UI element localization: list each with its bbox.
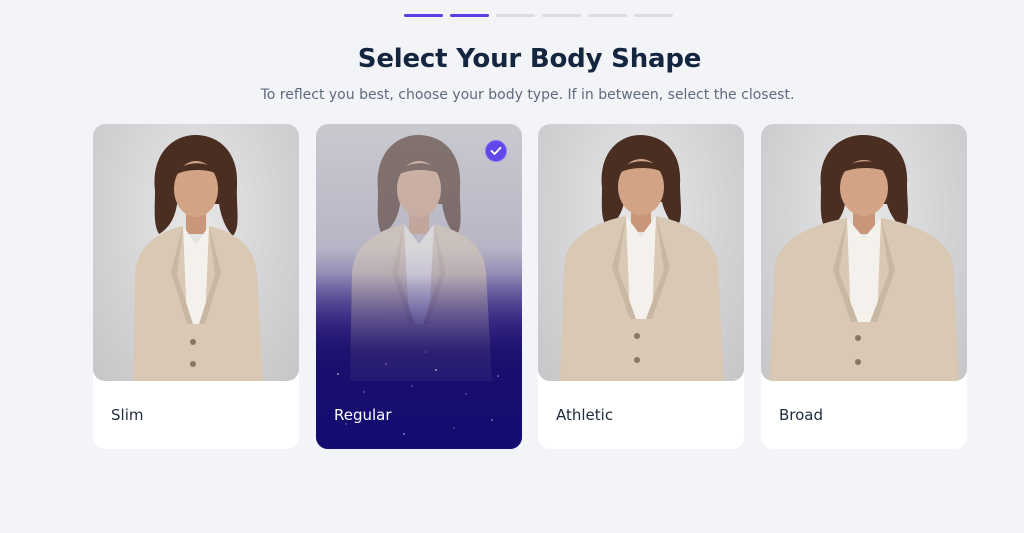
option-card-broad[interactable]: Broad <box>761 124 967 449</box>
progress-step <box>496 14 535 17</box>
option-photo <box>761 124 967 381</box>
option-label: Regular <box>334 406 392 424</box>
option-label: Athletic <box>556 406 614 424</box>
woman-portrait-image <box>560 134 724 381</box>
woman-portrait-image <box>769 134 959 381</box>
progress-step <box>634 14 673 17</box>
woman-portrait-image <box>133 134 263 381</box>
page-title: Select Your Body Shape <box>357 44 702 74</box>
option-photo <box>538 124 744 381</box>
option-card-athletic[interactable]: Athletic <box>538 124 744 449</box>
sparkle-overlay <box>337 351 499 435</box>
option-card-slim[interactable]: Slim <box>93 124 299 449</box>
progress-bar <box>404 14 673 17</box>
option-label: Slim <box>111 406 144 424</box>
page-subtitle: To reflect you best, choose your body ty… <box>260 87 795 103</box>
option-label: Broad <box>779 406 824 424</box>
progress-step <box>588 14 627 17</box>
progress-step <box>542 14 581 17</box>
option-photo <box>93 124 299 381</box>
check-icon <box>485 140 507 162</box>
progress-step <box>404 14 443 17</box>
progress-step <box>450 14 489 17</box>
option-card-regular[interactable]: Regular <box>316 124 522 449</box>
